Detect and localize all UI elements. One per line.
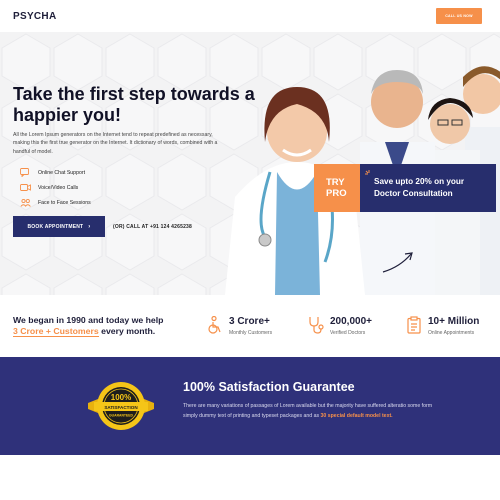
stats-highlight: 3 Crore + Customers — [13, 326, 99, 337]
book-appointment-button[interactable]: BOOK APPOINTMENT › — [13, 216, 105, 237]
stat-label: Monthly Customers — [229, 330, 273, 336]
stat-item: 3 Crore+ Monthly Customers — [207, 316, 272, 336]
feature-label: Face to Face Sessions — [38, 199, 91, 206]
pro-label: PRO — [326, 188, 347, 199]
stats-lead-tail: every month. — [98, 326, 156, 336]
feature-item: Voice/Video Calls — [20, 180, 91, 195]
stats-lead-text: We began in 1990 and today we help 3 Cro… — [13, 315, 193, 337]
stat-value: 3 Crore+ — [229, 316, 270, 327]
stethoscope-icon — [309, 317, 324, 334]
guarantee-text-main: There are many variations of passages of… — [183, 403, 433, 419]
feature-item: Online Chat Support — [20, 165, 91, 180]
try-pro-badge: TRY PRO — [314, 164, 360, 212]
chevron-right-icon: › — [88, 223, 91, 230]
stat-label: Online Appointments — [428, 330, 475, 336]
call-us-button[interactable]: CALL US NOW — [436, 8, 482, 24]
promo-line-2: Doctor Consultation — [374, 189, 453, 198]
badge-percent: 100% — [111, 393, 131, 402]
try-label: TRY — [326, 177, 345, 188]
badge-guaranteed: GUARANTEED — [109, 414, 133, 418]
guarantee-text: There are many variations of passages of… — [183, 401, 443, 421]
badge-satisfaction: SATISFACTION — [104, 405, 138, 410]
footer-strip — [0, 455, 500, 500]
promo-line-1: Save upto 20% on your — [374, 177, 465, 186]
feature-list: Online Chat Support Voice/Video Calls Fa… — [20, 165, 91, 210]
stat-item: 200,000+ Verified Doctors — [308, 316, 372, 336]
hero-description: All the Lorem Ipsum generators on the In… — [13, 132, 218, 155]
stats-lead-line: We began in 1990 and today we help — [13, 315, 164, 325]
try-pro-promo[interactable]: TRY PRO Save upto 20% on your Doctor Con… — [314, 164, 496, 212]
guarantee-title: 100% Satisfaction Guarantee — [183, 380, 355, 394]
wheelchair-icon — [208, 316, 221, 334]
site-header: PSYCHA CALL US NOW — [0, 0, 500, 32]
call-phone-link[interactable]: (OR) CALL AT +91 124 4265238 — [113, 224, 192, 230]
people-icon — [20, 198, 31, 207]
feature-label: Online Chat Support — [38, 169, 86, 176]
video-call-icon — [20, 184, 31, 191]
clipboard-icon — [407, 316, 421, 334]
stat-label: Verified Doctors — [330, 330, 366, 336]
stat-item: 10+ Million Online Appointments — [406, 316, 479, 336]
feature-item: Face to Face Sessions — [20, 195, 91, 210]
logo[interactable]: PSYCHA — [13, 11, 56, 22]
satisfaction-badge-icon: 100% SATISFACTION GUARANTEED — [88, 382, 154, 430]
hero-title: Take the first step towards a happier yo… — [13, 84, 255, 125]
guarantee-text-highlight: 30 special default model text. — [320, 413, 393, 419]
promo-text-box: Save upto 20% on your Doctor Consultatio… — [360, 164, 496, 212]
stat-value: 200,000+ — [330, 316, 372, 327]
sparkle-icon — [365, 170, 370, 175]
book-appointment-label: BOOK APPOINTMENT — [27, 223, 84, 230]
stat-value: 10+ Million — [428, 316, 480, 327]
chat-icon — [20, 168, 29, 177]
feature-label: Voice/Video Calls — [38, 184, 79, 191]
